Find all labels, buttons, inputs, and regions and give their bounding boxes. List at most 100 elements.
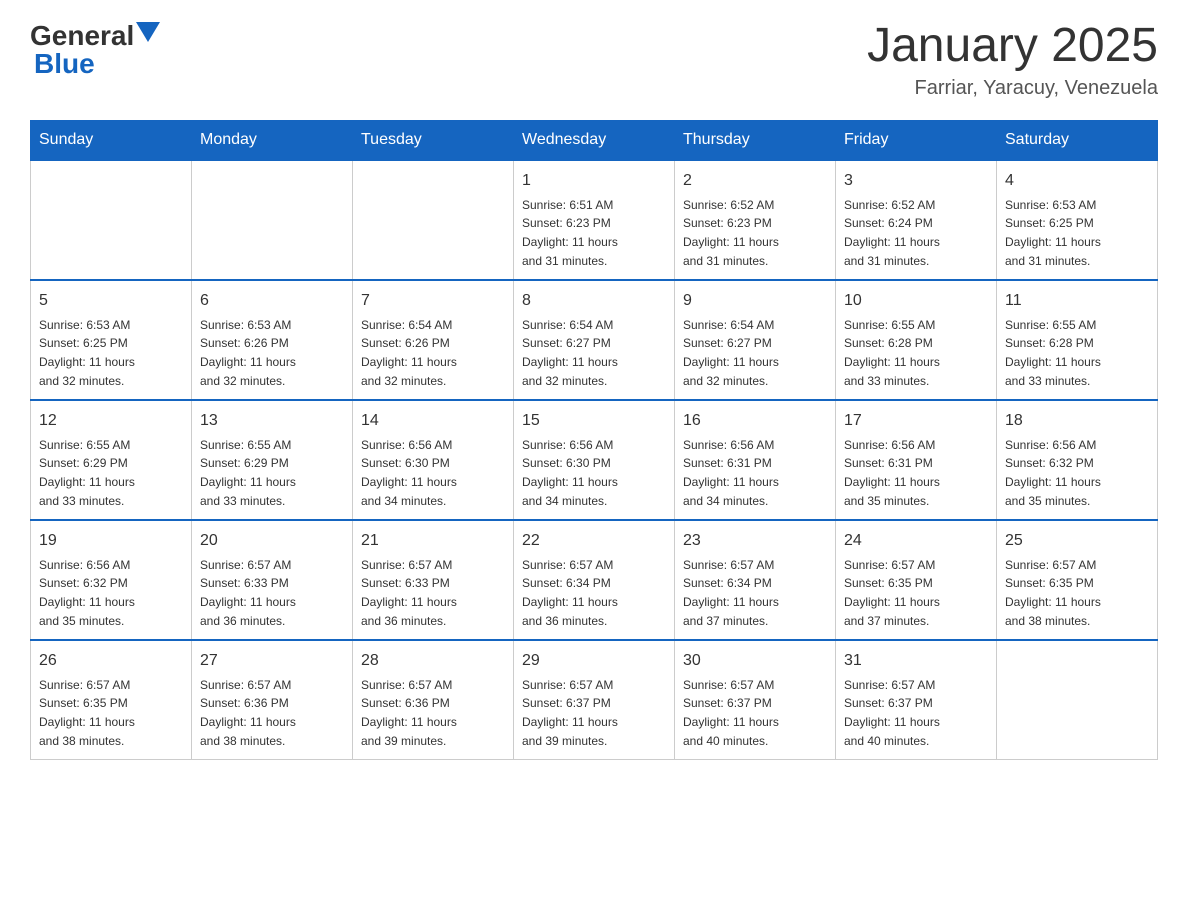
day-number: 4 (1005, 169, 1149, 193)
table-row (192, 160, 353, 280)
day-number: 19 (39, 529, 183, 553)
day-info: Sunrise: 6:56 AM Sunset: 6:32 PM Dayligh… (39, 556, 183, 630)
table-row: 25 Sunrise: 6:57 AM Sunset: 6:35 PM Dayli… (997, 520, 1158, 640)
day-number: 21 (361, 529, 505, 553)
header-saturday: Saturday (997, 120, 1158, 160)
table-row: 10 Sunrise: 6:55 AM Sunset: 6:28 PM Dayli… (836, 280, 997, 400)
day-info: Sunrise: 6:57 AM Sunset: 6:35 PM Dayligh… (1005, 556, 1149, 630)
day-number: 15 (522, 409, 666, 433)
day-number: 29 (522, 649, 666, 673)
day-number: 13 (200, 409, 344, 433)
day-number: 24 (844, 529, 988, 553)
calendar-header-row: SundayMondayTuesdayWednesdayThursdayFrid… (31, 120, 1158, 160)
header-thursday: Thursday (675, 120, 836, 160)
day-number: 2 (683, 169, 827, 193)
week-row-5: 26Sunrise: 6:57 AM Sunset: 6:35 PM Dayli… (31, 640, 1158, 760)
table-row: 15 Sunrise: 6:56 AM Sunset: 6:30 PM Dayli… (514, 400, 675, 520)
table-row: 16Sunrise: 6:56 AM Sunset: 6:31 PM Dayli… (675, 400, 836, 520)
page-header: General Blue January 2025 Farriar, Yarac… (30, 20, 1158, 100)
day-number: 28 (361, 649, 505, 673)
day-number: 18 (1005, 409, 1149, 433)
title-section: January 2025 Farriar, Yaracuy, Venezuela (867, 20, 1158, 100)
day-info: Sunrise: 6:55 AM Sunset: 6:28 PM Dayligh… (844, 316, 988, 390)
table-row (353, 160, 514, 280)
day-info: Sunrise: 6:57 AM Sunset: 6:37 PM Dayligh… (844, 676, 988, 750)
day-info: Sunrise: 6:51 AM Sunset: 6:23 PM Dayligh… (522, 196, 666, 270)
table-row: 29 Sunrise: 6:57 AM Sunset: 6:37 PM Dayli… (514, 640, 675, 760)
day-number: 17 (844, 409, 988, 433)
table-row: 13 Sunrise: 6:55 AM Sunset: 6:29 PM Dayli… (192, 400, 353, 520)
table-row: 26Sunrise: 6:57 AM Sunset: 6:35 PM Dayli… (31, 640, 192, 760)
table-row: 7Sunrise: 6:54 AM Sunset: 6:26 PM Daylig… (353, 280, 514, 400)
day-number: 3 (844, 169, 988, 193)
day-number: 30 (683, 649, 827, 673)
calendar-table: SundayMondayTuesdayWednesdayThursdayFrid… (30, 120, 1158, 761)
day-info: Sunrise: 6:54 AM Sunset: 6:26 PM Dayligh… (361, 316, 505, 390)
table-row: 30 Sunrise: 6:57 AM Sunset: 6:37 PM Dayli… (675, 640, 836, 760)
day-number: 6 (200, 289, 344, 313)
logo: General Blue (30, 20, 160, 80)
day-info: Sunrise: 6:57 AM Sunset: 6:37 PM Dayligh… (522, 676, 666, 750)
table-row: 23 Sunrise: 6:57 AM Sunset: 6:34 PM Dayli… (675, 520, 836, 640)
day-info: Sunrise: 6:52 AM Sunset: 6:23 PM Dayligh… (683, 196, 827, 270)
day-info: Sunrise: 6:56 AM Sunset: 6:31 PM Dayligh… (683, 436, 827, 510)
table-row: 27 Sunrise: 6:57 AM Sunset: 6:36 PM Dayli… (192, 640, 353, 760)
table-row: 19 Sunrise: 6:56 AM Sunset: 6:32 PM Dayli… (31, 520, 192, 640)
day-info: Sunrise: 6:52 AM Sunset: 6:24 PM Dayligh… (844, 196, 988, 270)
day-number: 25 (1005, 529, 1149, 553)
day-number: 1 (522, 169, 666, 193)
day-info: Sunrise: 6:57 AM Sunset: 6:35 PM Dayligh… (39, 676, 183, 750)
day-number: 23 (683, 529, 827, 553)
table-row: 9 Sunrise: 6:54 AM Sunset: 6:27 PM Daylig… (675, 280, 836, 400)
logo-triangle-icon (136, 22, 160, 50)
day-info: Sunrise: 6:56 AM Sunset: 6:30 PM Dayligh… (361, 436, 505, 510)
table-row: 17 Sunrise: 6:56 AM Sunset: 6:31 PM Dayli… (836, 400, 997, 520)
table-row: 3 Sunrise: 6:52 AM Sunset: 6:24 PM Daylig… (836, 160, 997, 280)
table-row: 12 Sunrise: 6:55 AM Sunset: 6:29 PM Dayli… (31, 400, 192, 520)
table-row: 1 Sunrise: 6:51 AM Sunset: 6:23 PM Daylig… (514, 160, 675, 280)
table-row: 5Sunrise: 6:53 AM Sunset: 6:25 PM Daylig… (31, 280, 192, 400)
table-row: 11Sunrise: 6:55 AM Sunset: 6:28 PM Dayli… (997, 280, 1158, 400)
calendar-title: January 2025 (867, 20, 1158, 73)
day-number: 10 (844, 289, 988, 313)
table-row: 18 Sunrise: 6:56 AM Sunset: 6:32 PM Dayli… (997, 400, 1158, 520)
day-info: Sunrise: 6:57 AM Sunset: 6:36 PM Dayligh… (200, 676, 344, 750)
day-info: Sunrise: 6:56 AM Sunset: 6:31 PM Dayligh… (844, 436, 988, 510)
week-row-1: 1 Sunrise: 6:51 AM Sunset: 6:23 PM Daylig… (31, 160, 1158, 280)
day-info: Sunrise: 6:56 AM Sunset: 6:32 PM Dayligh… (1005, 436, 1149, 510)
day-info: Sunrise: 6:54 AM Sunset: 6:27 PM Dayligh… (522, 316, 666, 390)
header-friday: Friday (836, 120, 997, 160)
day-info: Sunrise: 6:57 AM Sunset: 6:34 PM Dayligh… (683, 556, 827, 630)
table-row: 22Sunrise: 6:57 AM Sunset: 6:34 PM Dayli… (514, 520, 675, 640)
day-info: Sunrise: 6:57 AM Sunset: 6:33 PM Dayligh… (361, 556, 505, 630)
week-row-2: 5Sunrise: 6:53 AM Sunset: 6:25 PM Daylig… (31, 280, 1158, 400)
day-info: Sunrise: 6:54 AM Sunset: 6:27 PM Dayligh… (683, 316, 827, 390)
header-wednesday: Wednesday (514, 120, 675, 160)
week-row-4: 19 Sunrise: 6:56 AM Sunset: 6:32 PM Dayli… (31, 520, 1158, 640)
table-row: 31Sunrise: 6:57 AM Sunset: 6:37 PM Dayli… (836, 640, 997, 760)
table-row: 14 Sunrise: 6:56 AM Sunset: 6:30 PM Dayli… (353, 400, 514, 520)
day-info: Sunrise: 6:57 AM Sunset: 6:36 PM Dayligh… (361, 676, 505, 750)
day-number: 20 (200, 529, 344, 553)
header-sunday: Sunday (31, 120, 192, 160)
day-number: 9 (683, 289, 827, 313)
table-row: 2 Sunrise: 6:52 AM Sunset: 6:23 PM Daylig… (675, 160, 836, 280)
calendar-subtitle: Farriar, Yaracuy, Venezuela (867, 77, 1158, 100)
table-row (997, 640, 1158, 760)
day-number: 12 (39, 409, 183, 433)
header-tuesday: Tuesday (353, 120, 514, 160)
day-info: Sunrise: 6:57 AM Sunset: 6:37 PM Dayligh… (683, 676, 827, 750)
day-info: Sunrise: 6:55 AM Sunset: 6:29 PM Dayligh… (39, 436, 183, 510)
day-info: Sunrise: 6:57 AM Sunset: 6:35 PM Dayligh… (844, 556, 988, 630)
day-number: 14 (361, 409, 505, 433)
day-info: Sunrise: 6:53 AM Sunset: 6:26 PM Dayligh… (200, 316, 344, 390)
day-info: Sunrise: 6:55 AM Sunset: 6:29 PM Dayligh… (200, 436, 344, 510)
day-number: 27 (200, 649, 344, 673)
table-row: 21 Sunrise: 6:57 AM Sunset: 6:33 PM Dayli… (353, 520, 514, 640)
day-number: 11 (1005, 289, 1149, 313)
day-info: Sunrise: 6:56 AM Sunset: 6:30 PM Dayligh… (522, 436, 666, 510)
day-info: Sunrise: 6:53 AM Sunset: 6:25 PM Dayligh… (39, 316, 183, 390)
table-row: 28 Sunrise: 6:57 AM Sunset: 6:36 PM Dayli… (353, 640, 514, 760)
table-row: 6 Sunrise: 6:53 AM Sunset: 6:26 PM Daylig… (192, 280, 353, 400)
logo-blue: Blue (34, 48, 95, 80)
